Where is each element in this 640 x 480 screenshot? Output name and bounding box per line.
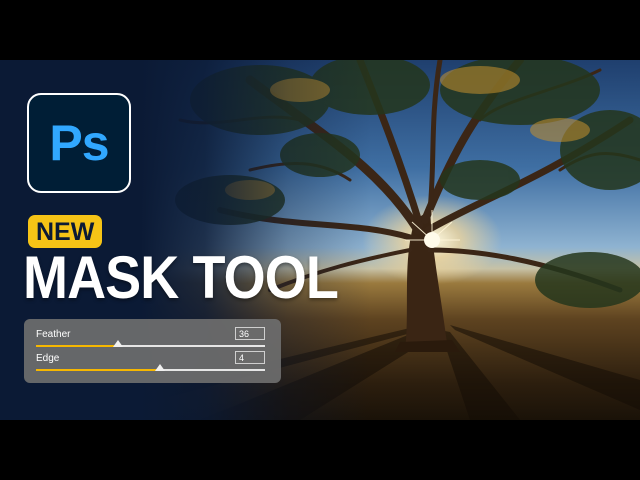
feather-value-input[interactable]: 36 bbox=[235, 327, 265, 340]
video-thumbnail-frame: Ps NEW MASK TOOL Feather 36 Edge 4 bbox=[0, 0, 640, 480]
edge-slider-fill bbox=[36, 369, 160, 371]
feather-label: Feather bbox=[36, 329, 71, 340]
edge-slider-thumb[interactable] bbox=[154, 364, 165, 371]
feather-slider-thumb[interactable] bbox=[113, 340, 124, 347]
feather-slider-track[interactable] bbox=[36, 340, 265, 347]
feather-slider-fill bbox=[36, 345, 119, 347]
mask-properties-panel: Feather 36 Edge 4 bbox=[24, 319, 281, 383]
photoshop-logo-icon: Ps bbox=[49, 115, 109, 171]
edge-slider-row: Edge 4 bbox=[36, 351, 267, 379]
photoshop-logo: Ps bbox=[27, 93, 131, 193]
new-badge-label: NEW bbox=[36, 217, 95, 246]
edge-value-input[interactable]: 4 bbox=[235, 351, 265, 364]
edge-label: Edge bbox=[36, 353, 60, 364]
edge-slider-track[interactable] bbox=[36, 364, 265, 371]
headline-title: MASK TOOL bbox=[23, 244, 339, 311]
thumbnail[interactable]: Ps NEW MASK TOOL Feather 36 Edge 4 bbox=[0, 60, 640, 420]
